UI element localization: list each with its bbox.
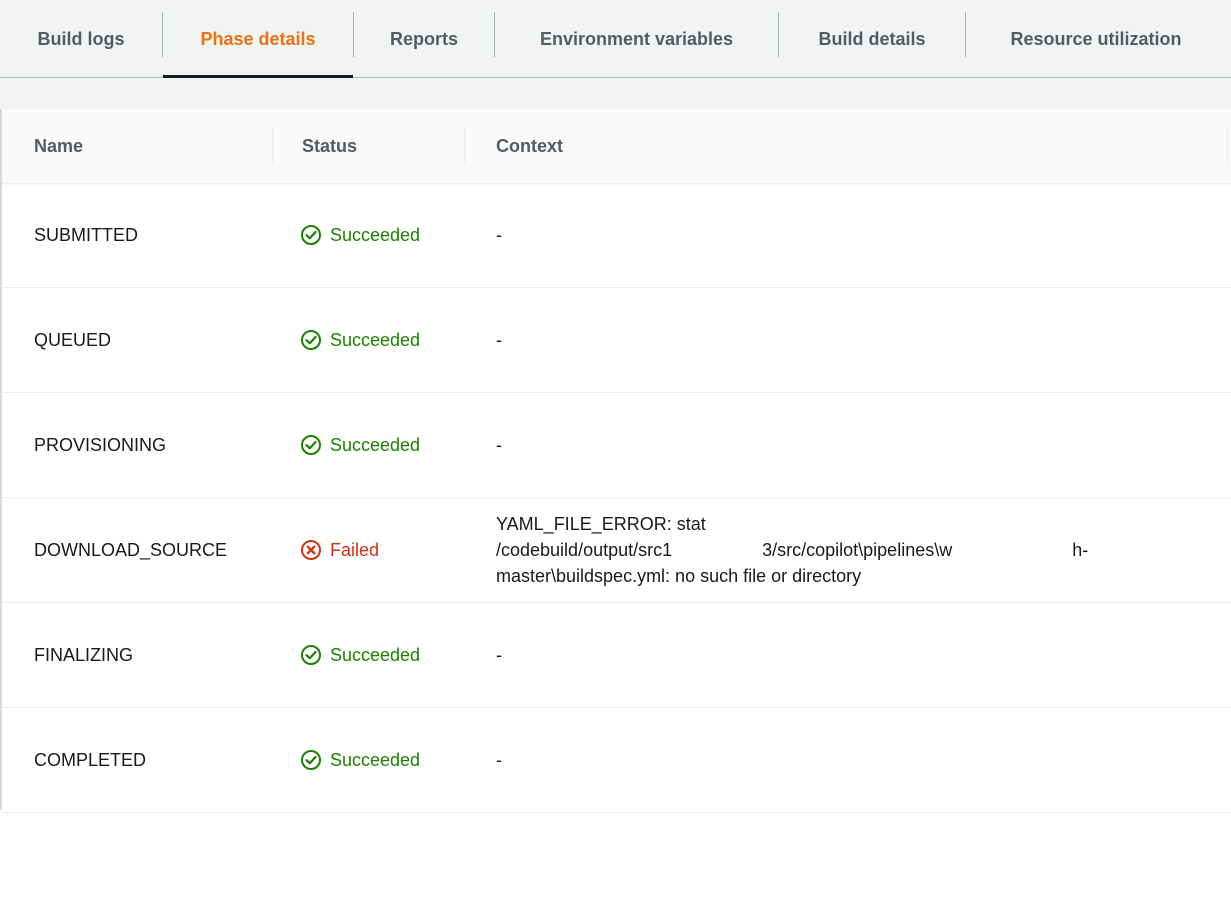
phase-name: COMPLETED <box>34 749 147 770</box>
context-fragment: 3/src/copilot\pipelines\w <box>762 540 953 560</box>
table-header: Name Status Context <box>2 109 1231 184</box>
content-spacer <box>0 78 1231 109</box>
phase-status-cell: Succeeded <box>300 393 420 497</box>
phase-name: FINALIZING <box>34 644 134 665</box>
status-badge: Succeeded <box>300 224 420 246</box>
status-label: Succeeded <box>330 329 421 350</box>
tab-phase-details[interactable]: Phase details <box>163 0 353 79</box>
table-row: PROVISIONING Succeeded - <box>2 393 1231 498</box>
column-header-name[interactable]: Name <box>34 109 83 183</box>
phase-name: QUEUED <box>34 329 112 350</box>
status-label: Succeeded <box>330 434 421 455</box>
context-value: - <box>496 330 502 350</box>
phase-context-cell: - <box>496 183 1196 287</box>
phase-context-cell: - <box>496 603 1196 707</box>
phase-status-cell: Failed <box>300 498 379 602</box>
tab-build-logs[interactable]: Build logs <box>0 0 162 78</box>
column-divider[interactable] <box>1227 128 1228 164</box>
table-row: QUEUED Succeeded - <box>2 288 1231 393</box>
status-badge: Succeeded <box>300 329 420 351</box>
status-success-icon <box>301 225 321 245</box>
tab-environment-variables[interactable]: Environment variables <box>495 0 778 78</box>
phase-name: DOWNLOAD_SOURCE <box>34 539 228 560</box>
phase-status-cell: Succeeded <box>300 708 420 812</box>
phase-status-cell: Succeeded <box>300 288 420 392</box>
phase-name: PROVISIONING <box>34 434 167 455</box>
phase-status-cell: Succeeded <box>300 183 420 287</box>
column-divider[interactable] <box>464 128 465 164</box>
tab-reports[interactable]: Reports <box>354 0 494 78</box>
phase-context-cell: - <box>496 393 1196 497</box>
table-row: COMPLETED Succeeded - <box>2 708 1231 813</box>
context-fragment: h- <box>1072 540 1089 560</box>
column-header-context[interactable]: Context <box>496 109 563 183</box>
status-label: Succeeded <box>330 224 421 245</box>
phase-details-table: Name Status Context SUBMITTED Succeeded - Q… <box>0 109 1231 813</box>
status-error-icon <box>301 540 321 560</box>
context-fragment: /codebuild/output/src1 <box>496 540 673 560</box>
context-value: - <box>496 750 502 770</box>
status-label: Succeeded <box>330 749 421 770</box>
status-success-icon <box>301 750 321 770</box>
status-success-icon <box>301 645 321 665</box>
phase-context-cell: - <box>496 708 1196 812</box>
status-badge: Failed <box>300 539 379 561</box>
context-message: YAML_FILE_ERROR: stat/codebuild/output/s… <box>496 511 1088 589</box>
phase-context-cell: - <box>496 288 1196 392</box>
tab-resource-utilization[interactable]: Resource utilization <box>966 0 1226 78</box>
phase-name: SUBMITTED <box>34 224 139 245</box>
status-label: Failed <box>330 539 380 560</box>
table-row: DOWNLOAD_SOURCE Failed YAML_FILE_ERROR: st… <box>2 498 1231 603</box>
phase-status-cell: Succeeded <box>300 603 420 707</box>
status-success-icon <box>301 330 321 350</box>
tab-bar: Build logs Phase details Reports Environ… <box>0 0 1231 79</box>
status-badge: Succeeded <box>300 749 420 771</box>
table-row: SUBMITTED Succeeded - <box>2 183 1231 288</box>
context-line: master\buildspec.yml: no such file or di… <box>496 566 862 586</box>
status-label: Succeeded <box>330 644 421 665</box>
context-line: YAML_FILE_ERROR: stat <box>496 514 706 534</box>
status-badge: Succeeded <box>300 434 420 456</box>
tab-build-details[interactable]: Build details <box>779 0 965 78</box>
table-row: FINALIZING Succeeded - <box>2 603 1231 708</box>
context-line: /codebuild/output/src1 3/src/copilot\pipe… <box>496 537 1088 563</box>
context-value: - <box>496 225 502 245</box>
status-badge: Succeeded <box>300 644 420 666</box>
context-value: - <box>496 435 502 455</box>
column-header-status[interactable]: Status <box>302 109 357 183</box>
context-value: - <box>496 645 502 665</box>
phase-context-cell: YAML_FILE_ERROR: stat/codebuild/output/s… <box>496 498 1196 602</box>
status-success-icon <box>301 435 321 455</box>
column-divider[interactable] <box>272 128 273 164</box>
